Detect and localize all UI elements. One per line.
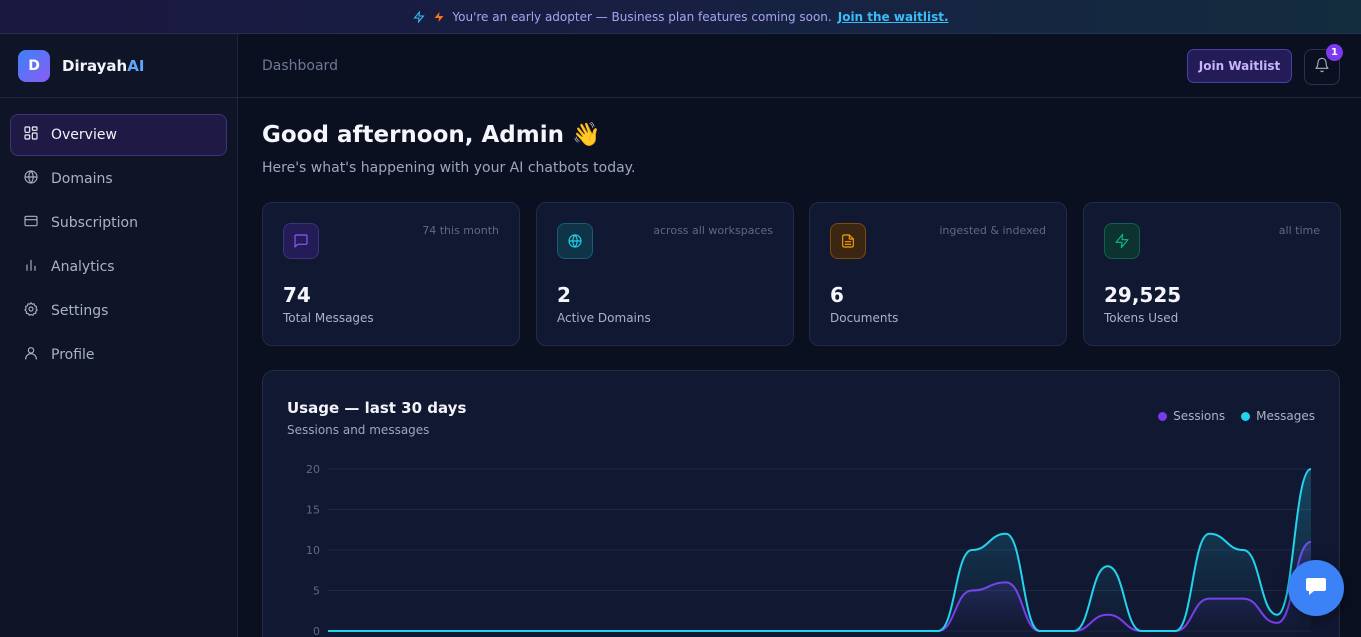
sidebar-item-domains[interactable]: Domains [10, 158, 227, 200]
notification-badge: 1 [1326, 44, 1343, 61]
banner-text: You're an early adopter — Business plan … [452, 9, 832, 24]
usage-chart: 0 5 10 15 20 [306, 463, 1312, 637]
top-bar: Dashboard Join Waitlist 1 [238, 34, 1361, 98]
join-waitlist-button[interactable]: Join Waitlist [1187, 49, 1292, 83]
y-tick-label: 0 [313, 625, 320, 637]
y-tick-label: 15 [306, 504, 320, 517]
bolt-icon [1104, 223, 1140, 259]
stat-label: Total Messages [283, 311, 374, 325]
bell-icon [1314, 57, 1330, 77]
sidebar-item-subscription[interactable]: Subscription [10, 202, 227, 244]
series-area-sessions [328, 541, 1311, 631]
stat-label: Tokens Used [1104, 311, 1179, 325]
sidebar-item-label: Subscription [51, 215, 138, 231]
sidebar-item-label: Analytics [51, 259, 115, 275]
stat-card-documents: ingested & indexed 6 Documents [809, 202, 1067, 346]
bar-chart-icon [23, 257, 39, 277]
stat-hint: across all workspaces [653, 224, 773, 237]
brand-logo: D [18, 49, 50, 82]
brand-name: DirayahAI [62, 56, 145, 75]
y-tick-label: 5 [313, 585, 320, 598]
sidebar-item-label: Profile [51, 347, 95, 363]
y-tick-label: 20 [306, 463, 320, 476]
sidebar-item-profile[interactable]: Profile [10, 334, 227, 376]
sidebar-nav: Overview Domains Subscription Analytics … [0, 98, 237, 392]
stat-card-tokens: all time 29,525 Tokens Used [1083, 202, 1341, 346]
page-subtitle: Here's what's happening with your AI cha… [262, 160, 636, 176]
stat-hint: all time [1278, 224, 1320, 237]
stat-label: Active Domains [557, 311, 651, 325]
chat-bubble-icon [1304, 574, 1328, 602]
sidebar-item-label: Overview [51, 127, 117, 143]
user-icon [23, 345, 39, 365]
sparkle-icon [412, 10, 426, 24]
chat-widget-button[interactable] [1288, 560, 1344, 616]
stat-hint: ingested & indexed [939, 224, 1046, 237]
sidebar-item-analytics[interactable]: Analytics [10, 246, 227, 288]
stat-value: 29,525 [1104, 283, 1182, 307]
stat-card-domains: across all workspaces 2 Active Domains [536, 202, 794, 346]
y-tick-label: 10 [306, 544, 320, 557]
stat-value: 74 [283, 283, 311, 307]
announcement-banner: You're an early adopter — Business plan … [0, 0, 1361, 34]
message-icon [283, 223, 319, 259]
stat-hint: 74 this month [422, 224, 499, 237]
globe-icon [23, 169, 39, 189]
usage-chart-card: Usage — last 30 days Sessions and messag… [262, 370, 1340, 637]
sidebar-item-settings[interactable]: Settings [10, 290, 227, 332]
gear-icon [23, 301, 39, 321]
document-icon [830, 223, 866, 259]
credit-card-icon [23, 213, 39, 233]
sidebar-item-label: Settings [51, 303, 109, 319]
series-line-sessions [328, 540, 1312, 632]
brand[interactable]: D DirayahAI [0, 34, 237, 98]
stat-value: 2 [557, 283, 571, 307]
breadcrumb: Dashboard [262, 57, 338, 74]
bolt-icon [432, 10, 446, 24]
sidebar: D DirayahAI Overview Domains Subscriptio… [0, 34, 238, 637]
join-waitlist-link[interactable]: Join the waitlist. [838, 10, 949, 24]
stat-card-messages: 74 this month 74 Total Messages [262, 202, 520, 346]
stat-label: Documents [830, 311, 899, 325]
grid-icon [23, 125, 39, 145]
globe-icon [557, 223, 593, 259]
sidebar-item-label: Domains [51, 171, 113, 187]
sidebar-item-overview[interactable]: Overview [10, 114, 227, 156]
page-title: Good afternoon, Admin 👋 [262, 122, 601, 148]
stat-value: 6 [830, 283, 844, 307]
